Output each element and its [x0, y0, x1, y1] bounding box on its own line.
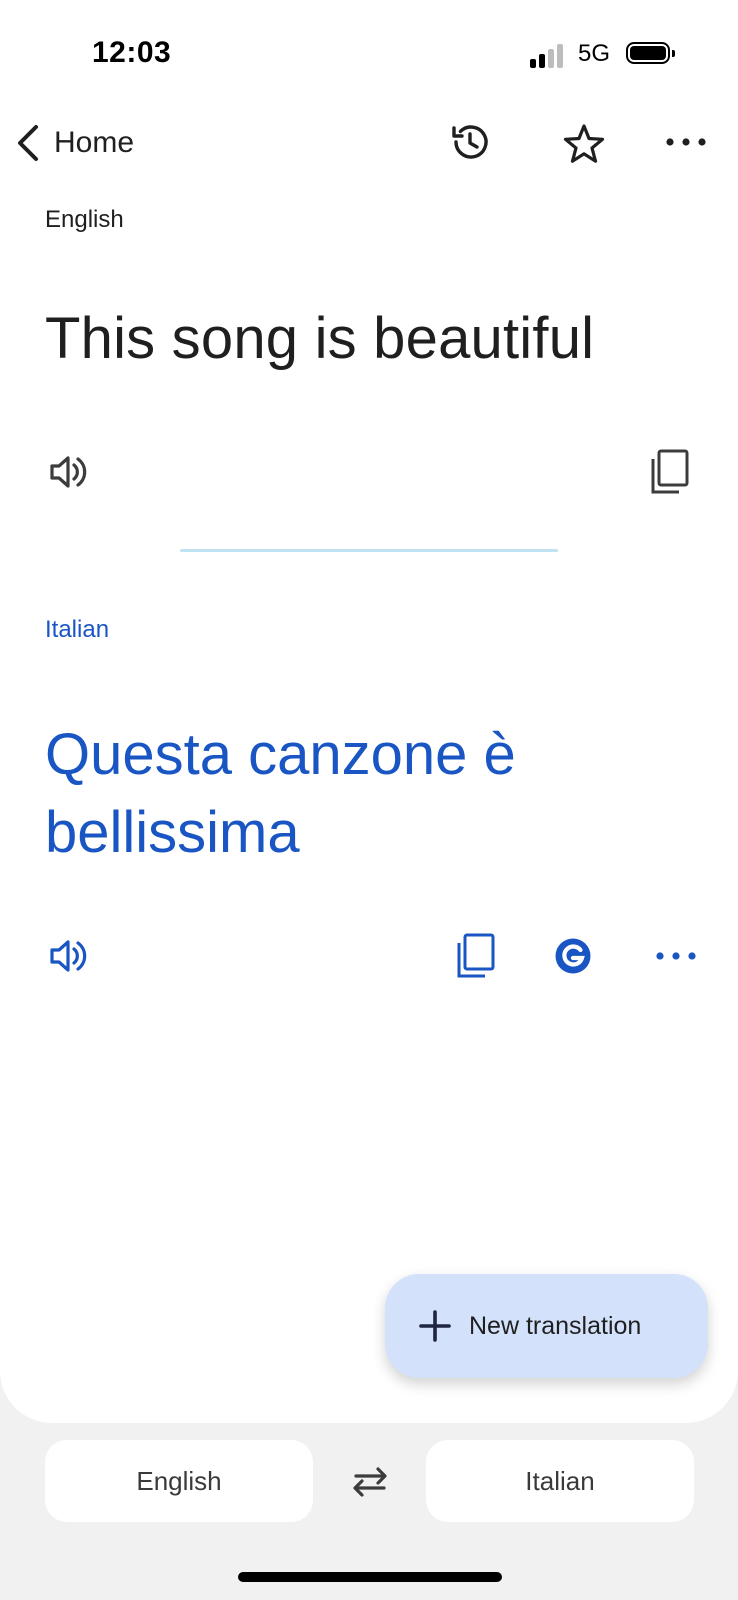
speaker-icon	[50, 940, 87, 972]
source-language-button[interactable]: English	[45, 1440, 313, 1522]
new-translation-button[interactable]: New translation	[385, 1274, 708, 1378]
target-speak-button[interactable]	[40, 928, 96, 984]
more-options-button[interactable]	[658, 114, 714, 170]
history-button[interactable]	[442, 114, 498, 170]
new-translation-label: New translation	[469, 1311, 642, 1340]
target-copy-button[interactable]	[448, 928, 504, 984]
source-text[interactable]: This song is beautiful	[45, 305, 594, 372]
divider	[180, 549, 558, 552]
history-icon	[452, 125, 488, 159]
more-icon	[666, 138, 706, 146]
back-label: Home	[54, 126, 135, 159]
translated-text[interactable]: Questa canzone è bellissima	[45, 716, 685, 872]
swap-icon	[353, 1467, 387, 1497]
source-speak-button[interactable]	[40, 444, 96, 500]
google-icon	[555, 938, 591, 974]
status-time: 12:03	[92, 36, 172, 69]
copy-icon	[651, 449, 689, 494]
target-language-button[interactable]: Italian	[426, 1440, 694, 1522]
source-language-label: English	[45, 206, 124, 233]
copy-icon	[457, 933, 495, 978]
star-icon	[563, 124, 605, 163]
signal-icon	[530, 42, 566, 68]
source-copy-button[interactable]	[642, 444, 698, 500]
plus-icon	[419, 1310, 451, 1342]
more-icon	[656, 952, 696, 960]
google-search-button[interactable]	[545, 928, 601, 984]
speaker-icon	[50, 456, 87, 488]
chevron-left-icon	[18, 125, 38, 161]
favorite-button[interactable]	[556, 116, 612, 172]
home-indicator	[238, 1572, 502, 1582]
target-more-button[interactable]	[648, 928, 704, 984]
back-button[interactable]: Home	[14, 118, 134, 168]
target-language-label: Italian	[45, 616, 110, 643]
network-type: 5G	[578, 40, 611, 67]
swap-languages-button[interactable]	[344, 1460, 396, 1504]
battery-icon	[626, 42, 675, 64]
